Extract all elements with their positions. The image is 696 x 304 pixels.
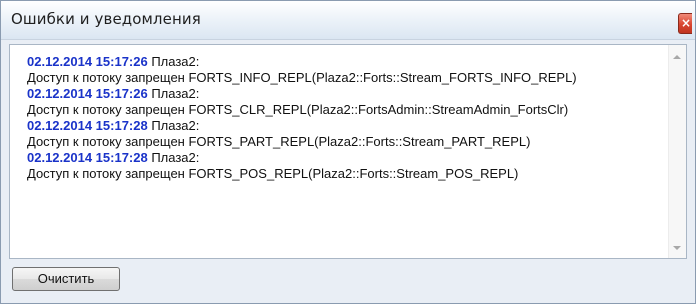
- entry-source: Плаза2:: [147, 86, 200, 101]
- vertical-scrollbar[interactable]: [668, 45, 686, 258]
- log-entry: 02.12.2014 15:17:28 Плаза2: Доступ к пот…: [27, 118, 667, 150]
- entry-message: Доступ к потоку запрещен FORTS_PART_REPL…: [27, 134, 531, 149]
- entry-timestamp: 02.12.2014 15:17:26: [27, 86, 148, 101]
- clear-button[interactable]: Очистить: [12, 267, 120, 291]
- entry-source: Плаза2:: [147, 118, 200, 133]
- entry-source: Плаза2:: [147, 54, 200, 69]
- window-title: Ошибки и уведомления: [11, 10, 201, 28]
- log-entry: 02.12.2014 15:17:26 Плаза2: Доступ к пот…: [27, 86, 667, 118]
- log-entry: 02.12.2014 15:17:28 Плаза2: Доступ к пот…: [27, 150, 667, 182]
- entry-timestamp: 02.12.2014 15:17:28: [27, 118, 148, 133]
- entry-timestamp: 02.12.2014 15:17:26: [27, 54, 148, 69]
- entry-message: Доступ к потоку запрещен FORTS_CLR_REPL(…: [27, 102, 569, 117]
- close-icon: ×: [681, 16, 692, 30]
- log-content: 02.12.2014 15:17:26 Плаза2: Доступ к пот…: [27, 54, 667, 182]
- log-textarea[interactable]: 02.12.2014 15:17:26 Плаза2: Доступ к пот…: [9, 44, 687, 259]
- entry-source: Плаза2:: [147, 150, 200, 165]
- entry-message: Доступ к потоку запрещен FORTS_INFO_REPL…: [27, 70, 577, 85]
- scroll-up-arrow-icon[interactable]: [673, 55, 681, 59]
- title-bar[interactable]: Ошибки и уведомления ×: [1, 1, 695, 40]
- entry-timestamp: 02.12.2014 15:17:28: [27, 150, 148, 165]
- footer-bar: Очистить: [1, 260, 695, 303]
- scroll-down-arrow-icon[interactable]: [673, 246, 681, 250]
- entry-message: Доступ к потоку запрещен FORTS_POS_REPL(…: [27, 166, 519, 181]
- notifications-window: Ошибки и уведомления × 02.12.2014 15:17:…: [0, 0, 696, 304]
- close-button[interactable]: ×: [678, 13, 692, 34]
- log-entry: 02.12.2014 15:17:26 Плаза2: Доступ к пот…: [27, 54, 667, 86]
